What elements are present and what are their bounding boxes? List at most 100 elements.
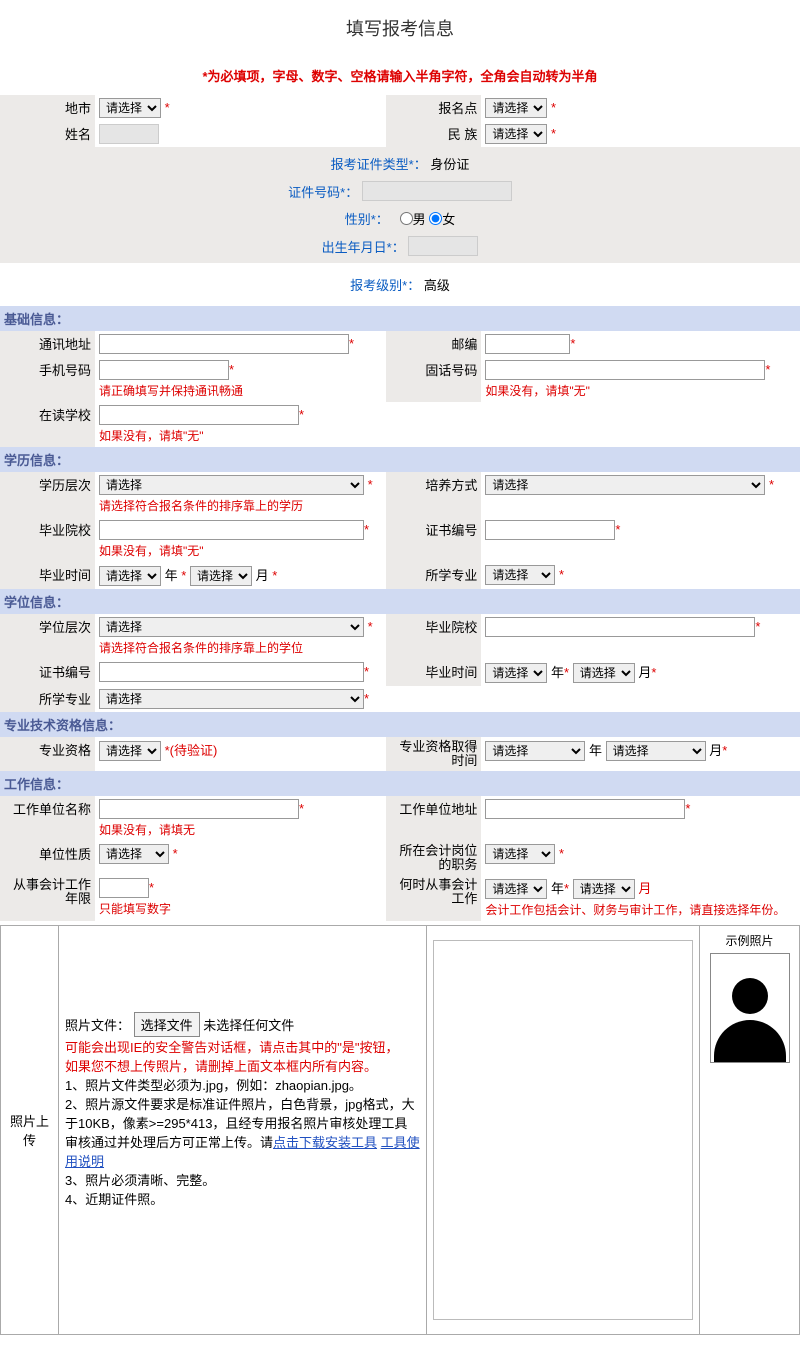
hint-edu-level: 请选择符合报名条件的排序靠上的学历: [99, 497, 382, 514]
hint-work-unit: 如果没有，请填无: [99, 821, 382, 838]
position-select[interactable]: 请选择: [485, 844, 555, 864]
birthday-value-disabled: [408, 236, 478, 256]
grad-month-select[interactable]: 请选择: [190, 566, 252, 586]
work-years-input[interactable]: [99, 878, 149, 898]
section-work: 工作信息：: [0, 771, 800, 796]
label-school: 在读学校: [0, 402, 95, 447]
label-address: 通讯地址: [0, 331, 95, 357]
upload-rule3: 3、照片必须清晰、完整。: [65, 1170, 420, 1189]
avatar-body-icon: [714, 1020, 786, 1062]
label-postcode: 邮编: [386, 331, 481, 357]
engage-year-select[interactable]: 请选择: [485, 879, 547, 899]
work-addr-input[interactable]: [485, 799, 685, 819]
label-degree-cert: 证书编号: [0, 659, 95, 686]
gender-female-radio[interactable]: [429, 212, 442, 225]
label-grad-time: 毕业时间: [0, 562, 95, 589]
label-exam-level: 报考级别*：: [350, 278, 420, 293]
degree-cert-input[interactable]: [99, 662, 364, 682]
required-star: *: [165, 100, 170, 115]
upload-rule4: 4、近期证件照。: [65, 1189, 420, 1208]
school-input[interactable]: [99, 405, 299, 425]
upload-rule1: 1、照片文件类型必须为.jpg，例如：zhaopian.jpg。: [65, 1075, 420, 1094]
choose-file-button[interactable]: 选择文件: [134, 1012, 200, 1037]
label-qual-time: 专业资格取得时间: [386, 737, 481, 771]
major-select[interactable]: 请选择: [485, 565, 555, 585]
degree-school-input[interactable]: [485, 617, 755, 637]
section-basic: 基础信息：: [0, 306, 800, 331]
exam-site-select[interactable]: 请选择: [485, 98, 547, 118]
registration-form: 地市 请选择 * 报名点 请选择 * 姓名 民 族 请选择 * 报考证件类型*：…: [0, 95, 800, 921]
label-photo-file: 照片文件：: [65, 1018, 130, 1033]
label-exam-site: 报名点: [386, 95, 481, 121]
landline-input[interactable]: [485, 360, 765, 380]
hint-grad-school: 如果没有，请填"无": [99, 542, 382, 559]
upload-warn1: 可能会出现IE的安全警告对话框，请点击其中的"是"按钮，: [65, 1037, 420, 1056]
no-file-text: 未选择任何文件: [203, 1018, 294, 1033]
required-star: *: [551, 100, 556, 115]
address-input[interactable]: [99, 334, 349, 354]
upload-rule2: 2、照片源文件要求是标准证件照片，白色背景，jpg格式，大于10KB，像素>=2…: [65, 1094, 420, 1170]
ethnicity-select[interactable]: 请选择: [485, 124, 547, 144]
qual-year-select[interactable]: 请选择: [485, 741, 585, 761]
label-work-years: 从事会计工作年限: [0, 875, 95, 921]
label-engage-time: 何时从事会计工作: [386, 875, 481, 921]
photo-preview-box: [433, 940, 693, 1320]
label-degree-level: 学位层次: [0, 614, 95, 659]
name-value-disabled: [99, 124, 159, 144]
label-degree-school: 毕业院校: [386, 614, 481, 659]
photo-preview-cell: [427, 926, 700, 1335]
id-number-value-disabled: [362, 181, 512, 201]
engage-month-select[interactable]: 请选择: [573, 879, 635, 899]
label-work-unit: 工作单位名称: [0, 796, 95, 841]
id-type-value: 身份证: [430, 154, 469, 173]
label-qual: 专业资格: [0, 737, 95, 771]
hint-school: 如果没有，请填"无": [99, 427, 796, 444]
cert-no-input[interactable]: [485, 520, 615, 540]
download-tool-link[interactable]: 点击下载安装工具: [273, 1135, 377, 1150]
label-mobile: 手机号码: [0, 357, 95, 402]
region-select[interactable]: 请选择: [99, 98, 161, 118]
required-star: *: [551, 126, 556, 141]
exam-level-row: 报考级别*： 高级: [0, 263, 800, 306]
gender-female-label: 女: [442, 209, 455, 228]
qual-select[interactable]: 请选择: [99, 741, 161, 761]
required-note: *为必填项，字母、数字、空格请输入半角字符，全角会自动转为半角: [0, 56, 800, 95]
sample-photo-label: 示例照片: [706, 932, 793, 949]
upload-warn2: 如果您不想上传照片，请删掉上面文本框内所有内容。: [65, 1056, 420, 1075]
qual-month-select[interactable]: 请选择: [606, 741, 706, 761]
hint-degree-level: 请选择符合报名条件的排序靠上的学位: [99, 639, 382, 656]
label-region: 地市: [0, 95, 95, 121]
label-major: 所学专业: [386, 562, 481, 589]
photo-upload-section: 照片上传 照片文件： 选择文件 未选择任何文件 可能会出现IE的安全警告对话框，…: [0, 925, 800, 1335]
degree-level-select[interactable]: 请选择: [99, 617, 364, 637]
section-edu: 学历信息：: [0, 447, 800, 472]
mobile-input[interactable]: [99, 360, 229, 380]
edu-level-select[interactable]: 请选择: [99, 475, 364, 495]
label-training-mode: 培养方式: [386, 472, 481, 517]
degree-major-select[interactable]: 请选择: [99, 689, 364, 709]
label-position: 所在会计岗位的职务: [386, 841, 481, 875]
degree-month-select[interactable]: 请选择: [573, 663, 635, 683]
grad-year-select[interactable]: 请选择: [99, 566, 161, 586]
hint-landline: 如果没有，请填"无": [485, 382, 796, 399]
training-mode-select[interactable]: 请选择: [485, 475, 765, 495]
gender-male-label: 男: [413, 209, 426, 228]
grad-school-input[interactable]: [99, 520, 364, 540]
postcode-input[interactable]: [485, 334, 570, 354]
identity-block: 报考证件类型*： 身份证 证件号码*： 性别*： 男 女 出生年月日*：: [0, 147, 800, 263]
hint-mobile: 请正确填写并保持通讯畅通: [99, 382, 382, 399]
pending-verify: *(待验证): [165, 743, 218, 758]
label-degree-major: 所学专业: [0, 686, 95, 712]
unit-nature-select[interactable]: 请选择: [99, 844, 169, 864]
work-unit-input[interactable]: [99, 799, 299, 819]
photo-upload-body: 照片文件： 选择文件 未选择任何文件 可能会出现IE的安全警告对话框，请点击其中…: [59, 926, 427, 1335]
gender-male-radio[interactable]: [400, 212, 413, 225]
exam-level-value: 高级: [424, 278, 450, 293]
section-qual: 专业技术资格信息：: [0, 712, 800, 737]
degree-year-select[interactable]: 请选择: [485, 663, 547, 683]
sample-photo-image: [710, 953, 790, 1063]
label-name: 姓名: [0, 121, 95, 147]
label-unit-nature: 单位性质: [0, 841, 95, 875]
label-degree-time: 毕业时间: [386, 659, 481, 686]
label-id-number: 证件号码*：: [288, 182, 358, 201]
